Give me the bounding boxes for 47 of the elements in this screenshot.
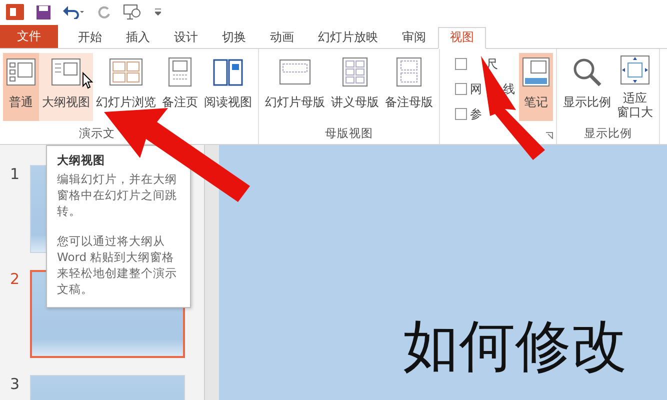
pointer-icon bbox=[82, 72, 94, 89]
notes-pane-icon bbox=[522, 56, 550, 87]
tooltip-title: 大纲视图 bbox=[57, 152, 106, 168]
ribbon-button[interactable]: 备注页 bbox=[159, 52, 201, 121]
ribbon-tab[interactable]: 视图 bbox=[438, 26, 486, 49]
slide-title: 如何修改 bbox=[403, 316, 627, 378]
notes-master-icon bbox=[396, 56, 422, 87]
outline-view-icon bbox=[51, 58, 81, 86]
powerpoint-logo bbox=[6, 4, 24, 20]
book-icon bbox=[212, 56, 244, 87]
file-tab[interactable]: 文件 bbox=[0, 24, 58, 48]
checkbox[interactable] bbox=[455, 83, 467, 96]
checkbox[interactable] bbox=[455, 108, 467, 120]
customize-icon[interactable] bbox=[155, 8, 161, 16]
ribbon-button[interactable]: 备注母版 bbox=[382, 52, 436, 121]
group-label: 显示比例 bbox=[584, 125, 632, 142]
tooltip-text: 编辑幻灯片，并在大纲窗格中在幻灯片之间跳转。 bbox=[57, 171, 178, 219]
slide-number: 3 bbox=[10, 375, 21, 393]
undo-icon[interactable] bbox=[63, 5, 85, 20]
slide-number: 2 bbox=[10, 270, 21, 288]
dialog-launcher-icon[interactable] bbox=[546, 132, 553, 139]
checkbox-label: 参 bbox=[470, 106, 482, 123]
ribbon-button[interactable]: 阅读视图 bbox=[201, 52, 255, 121]
notes-page-icon bbox=[168, 56, 192, 87]
slide-number: 1 bbox=[10, 165, 21, 183]
save-icon[interactable] bbox=[36, 4, 51, 20]
search-icon bbox=[572, 56, 602, 87]
tooltip-text: 您可以通过将大纲从 Word 粘贴到大纲窗格来轻松地创建整个演示文稿。 bbox=[57, 233, 178, 297]
redo-icon[interactable] bbox=[97, 5, 111, 20]
ribbon-button[interactable]: 普通 bbox=[3, 52, 39, 121]
ribbon-button[interactable]: 讲义母版 bbox=[328, 52, 382, 121]
handout-master-icon bbox=[342, 56, 368, 87]
normal-view-icon bbox=[6, 58, 36, 86]
slide-master-icon bbox=[279, 58, 311, 85]
ribbon-button[interactable]: 适应 窗口大 bbox=[614, 52, 656, 121]
checkbox-label: 网 bbox=[470, 80, 482, 98]
ribbon-button[interactable]: 大纲视图 bbox=[39, 52, 93, 121]
slide-sorter-icon bbox=[109, 58, 143, 86]
checkbox[interactable] bbox=[455, 58, 467, 70]
group-label: 母版视图 bbox=[325, 125, 373, 142]
ribbon-button[interactable]: 幻灯片母版 bbox=[262, 52, 328, 121]
checkbox-label: 线 bbox=[503, 80, 515, 98]
ribbon-button[interactable]: 显示比例 bbox=[560, 52, 614, 121]
fit-window-icon bbox=[620, 54, 650, 85]
group-label: 演示文 bbox=[79, 125, 115, 142]
ribbon-button[interactable]: 笔记 bbox=[519, 52, 553, 121]
presenter-icon[interactable] bbox=[123, 4, 143, 20]
